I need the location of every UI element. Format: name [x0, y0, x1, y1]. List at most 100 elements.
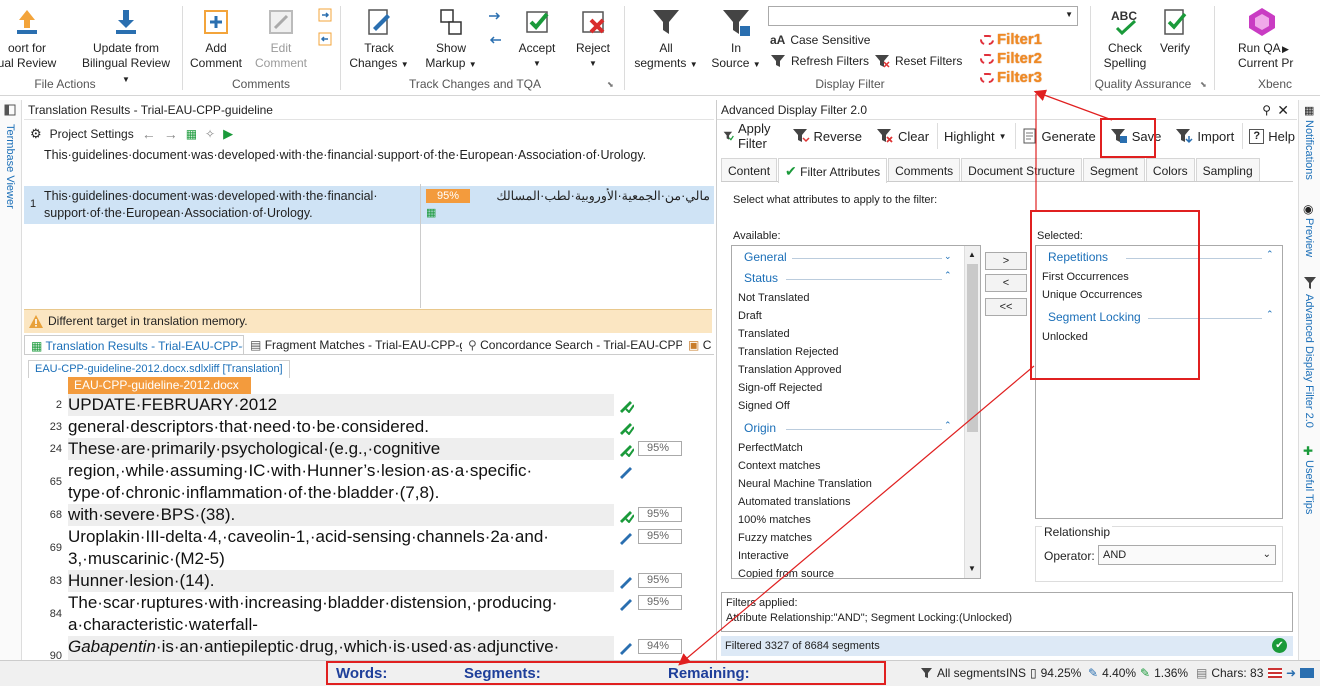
collapse-chevron-icon[interactable]: ⌃ [1266, 309, 1274, 320]
reject-button[interactable]: Reject ▼ [566, 6, 620, 71]
list-item[interactable]: Context matches [738, 460, 821, 472]
help-button[interactable]: ? Help [1242, 123, 1303, 149]
tab-filter-attributes[interactable]: ✔ Filter Attributes [778, 158, 888, 183]
tab-fragment-matches[interactable]: ▤ Fragment Matches - Trial-EAU-CPP-guid.… [244, 335, 462, 354]
notifications-tab[interactable]: Notifications [1303, 120, 1315, 180]
preview-eye-icon[interactable]: ◉ [1303, 202, 1313, 216]
scroll-down-icon[interactable]: ▼ [968, 564, 976, 573]
tab-translation-results[interactable]: ▦ Translation Results - Trial-EAU-CPP-gu… [24, 335, 244, 354]
import-for-review-button[interactable]: oort for ual Review [0, 6, 60, 71]
insert-mode[interactable]: INS [1006, 666, 1026, 680]
check-spelling-button[interactable]: ABC Check Spelling [1096, 6, 1154, 71]
chevron-down-icon[interactable]: ▼ [1065, 10, 1073, 19]
arrow-right-icon[interactable]: → [164, 126, 178, 142]
tab-document-structure[interactable]: Document Structure [961, 158, 1082, 181]
saved-filter-2[interactable]: Filter2 [980, 50, 1042, 67]
tab-colors[interactable]: Colors [1145, 158, 1195, 181]
collapse-chevron-icon[interactable]: ⌃ [944, 270, 952, 281]
remove-attribute-button[interactable]: < [985, 274, 1027, 292]
all-segments-button[interactable]: All segments ▼ [630, 6, 702, 72]
dock-toggle-icon[interactable] [4, 104, 16, 116]
scrollbar[interactable]: ▲ ▼ [964, 246, 980, 578]
add-comment-button[interactable]: Add Comment [188, 6, 244, 71]
dialog-launcher-icon[interactable]: ⬊ [1200, 80, 1207, 89]
segment-row[interactable]: 68 with·severe·BPS·(38). 95% [24, 504, 714, 526]
list-item[interactable]: Translated [738, 328, 790, 340]
group-general[interactable]: General [744, 250, 787, 264]
scrollbar-thumb[interactable] [967, 264, 978, 432]
segment-source[interactable]: Gabapentin·is·an·antiepileptic·drug,·whi… [68, 636, 614, 660]
highlight-dropdown[interactable]: Highlight ▼ [937, 123, 1015, 149]
tab-comments[interactable]: ▣ C [682, 335, 714, 354]
refresh-filters-button[interactable]: Refresh Filters [770, 54, 869, 68]
collapse-chevron-icon[interactable]: ⌃ [1266, 249, 1274, 260]
list-item[interactable]: Neural Machine Translation [738, 478, 872, 490]
segment-row[interactable]: 69 Uroplakin·III-delta·4,·caveolin-1,·ac… [24, 526, 714, 570]
list-item[interactable]: Sign-off Rejected [738, 382, 822, 394]
segment-row[interactable]: 83 Hunner·lesion·(14). 95% [24, 570, 714, 592]
segment-row[interactable]: 65 region,·while·assuming·IC·with·Hunner… [24, 460, 714, 504]
remove-all-button[interactable]: << [985, 298, 1027, 316]
list-item[interactable]: Fuzzy matches [738, 532, 812, 544]
dialog-launcher-icon[interactable]: ⬊ [607, 80, 614, 89]
in-source-button[interactable]: In Source ▼ [706, 6, 766, 72]
preview-tab[interactable]: Preview [1303, 218, 1315, 257]
saved-filter-1[interactable]: Filter1 [980, 31, 1042, 48]
tab-segment[interactable]: Segment [1082, 158, 1145, 181]
pin-icon[interactable]: ⚲ [1262, 100, 1271, 120]
arrow-left-icon[interactable]: ← [142, 126, 156, 142]
segment-source[interactable]: The·scar·ruptures·with·increasing·bladde… [68, 592, 614, 636]
import-button[interactable]: Import [1169, 123, 1242, 149]
segment-source[interactable]: general·descriptors·that·need·to·be·cons… [68, 416, 614, 438]
list-item[interactable]: Not Translated [738, 292, 810, 304]
show-markup-button[interactable]: Show Markup ▼ [418, 6, 484, 72]
segment-source[interactable]: Uroplakin·III-delta·4,·caveolin-1,·acid-… [68, 526, 614, 570]
list-item[interactable]: Automated translations [738, 496, 851, 508]
termbase-viewer-tab[interactable]: Termbase Viewer [4, 124, 16, 209]
next-change-icon[interactable] [488, 10, 502, 22]
segment-row[interactable]: 23 general·descriptors·that·need·to·be·c… [24, 416, 714, 438]
list-item[interactable]: Copied from source [738, 568, 834, 578]
add-attribute-button[interactable]: > [985, 252, 1027, 270]
segment-row[interactable]: 2 UPDATE·FEBRUARY·2012 [24, 394, 714, 416]
segment-source[interactable]: UPDATE·FEBRUARY·2012 [68, 394, 614, 416]
track-changes-button[interactable]: Track Changes ▼ [346, 6, 412, 72]
project-settings-button[interactable]: Project Settings [50, 127, 134, 141]
next-comment-icon[interactable] [318, 8, 332, 22]
funnel-icon[interactable] [1303, 276, 1317, 290]
edit-comment-button[interactable]: Edit Comment [252, 6, 310, 71]
clear-button[interactable]: Clear [870, 123, 937, 149]
segment-source[interactable]: Hunner·lesion·(14). [68, 570, 614, 592]
previous-comment-icon[interactable] [318, 32, 332, 46]
scroll-up-icon[interactable]: ▲ [968, 250, 976, 259]
settings-icon[interactable]: ⚙ [30, 126, 42, 142]
result-row-selected[interactable]: 1 This·guidelines·document·was·developed… [24, 184, 714, 308]
filter-status[interactable]: All segments [920, 666, 1006, 680]
tab-sampling[interactable]: Sampling [1195, 158, 1260, 181]
reset-filters-button[interactable]: Reset Filters [874, 54, 962, 68]
list-item[interactable]: PerfectMatch [738, 442, 803, 454]
play-icon[interactable]: ▶ [223, 126, 233, 142]
operator-select[interactable]: AND ⌄ [1098, 545, 1276, 565]
run-qa-button[interactable]: Run QA Current Pr [1226, 6, 1296, 71]
segment-row[interactable]: 24 These·are·primarily·psychological·(e.… [24, 438, 714, 460]
accept-button[interactable]: Accept ▼ [510, 6, 564, 71]
tools-icon[interactable]: ✧ [205, 127, 215, 141]
tab-content[interactable]: Content [721, 158, 778, 181]
list-item[interactable]: Translation Approved [738, 364, 842, 376]
list-item[interactable]: Interactive [738, 550, 789, 562]
verify-button[interactable]: Verify [1152, 6, 1198, 56]
expand-chevron-icon[interactable]: ⌄ [944, 251, 952, 262]
advanced-display-filter-tab[interactable]: Advanced Display Filter 2.0 [1303, 294, 1315, 428]
segment-row[interactable]: 90 Gabapentin·is·an·antiepileptic·drug,·… [24, 636, 714, 660]
available-attributes-list[interactable]: General ⌄ Status ⌃ Not Translated Draft … [731, 245, 981, 579]
collapse-chevron-icon[interactable]: ⌃ [944, 420, 952, 431]
group-origin[interactable]: Origin [744, 421, 776, 435]
useful-tips-tab[interactable]: Useful Tips [1303, 460, 1315, 514]
tab-comments[interactable]: Comments [888, 158, 961, 181]
close-icon[interactable]: ✕ [1277, 100, 1289, 120]
segment-source[interactable]: These·are·primarily·psychological·(e.g.,… [68, 438, 614, 460]
segment-source[interactable]: with·severe·BPS·(38). [68, 504, 614, 526]
generate-button[interactable]: Generate [1014, 123, 1104, 149]
list-item[interactable]: Draft [738, 310, 762, 322]
